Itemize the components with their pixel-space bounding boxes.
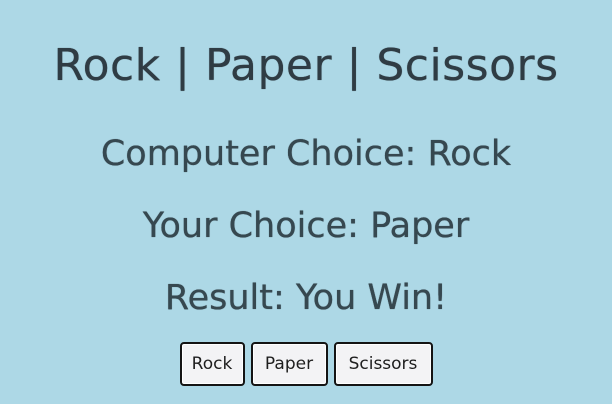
choice-buttons: Rock Paper Scissors <box>0 342 612 386</box>
page-title: Rock | Paper | Scissors <box>53 40 559 92</box>
result-value: You Win! <box>295 278 448 318</box>
computer-choice-line: Computer Choice: Rock <box>0 132 612 176</box>
player-choice-line: Your Choice: Paper <box>0 204 612 248</box>
computer-choice-label: Computer Choice: <box>100 134 417 174</box>
paper-button[interactable]: Paper <box>250 342 328 386</box>
player-choice-value: Paper <box>370 206 470 246</box>
result-line: Result: You Win! <box>0 276 612 320</box>
scissors-button[interactable]: Scissors <box>333 342 433 386</box>
result-label: Result: <box>164 278 285 318</box>
rock-button[interactable]: Rock <box>179 342 245 386</box>
computer-choice-value: Rock <box>427 134 512 174</box>
player-choice-label: Your Choice: <box>142 206 359 246</box>
